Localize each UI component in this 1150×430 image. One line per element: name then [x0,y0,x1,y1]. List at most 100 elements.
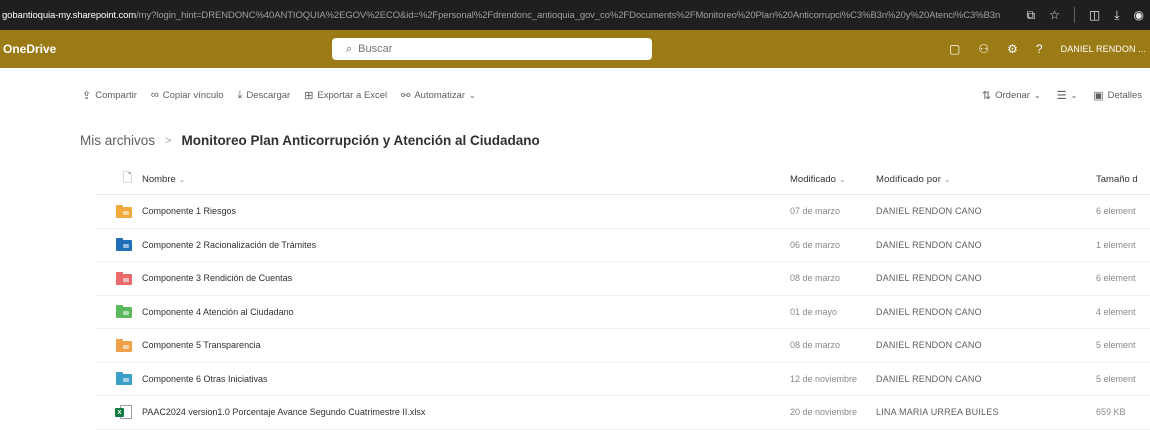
download-button[interactable]: ⤓ Descargar [238,89,291,102]
column-modified-by-label: Modificado por [876,174,942,185]
file-size: 659 KB [1096,407,1126,418]
search-input[interactable] [358,43,619,55]
file-name[interactable]: Componente 1 Riesgos [142,206,790,216]
toolbar-divider [1073,7,1075,23]
automate-label: Automatizar [414,89,466,101]
view-options-button[interactable]: ☰ ⌄ [1057,89,1078,102]
user-name[interactable]: DANIEL RENDON ... [1061,44,1146,54]
file-modified-by: DANIEL RENDON CANO [876,340,982,351]
automate-button[interactable]: ⚯ Automatizar ⌄ [401,89,476,102]
file-modified-by: LINA MARIA URREA BUILES [876,407,999,418]
suite-right-actions: ▢ ⚇ ⚙ ? DANIEL RENDON ... [949,30,1150,68]
excel-file-icon: x [115,405,132,420]
sort-icon: ⇅ [981,89,992,102]
chevron-down-icon: ⌄ [944,175,952,184]
chevron-down-icon: ⌄ [469,90,476,100]
address-url[interactable]: gobantioquia-my.sharepoint.com/my?login_… [0,10,1000,21]
file-modified: 08 de marzo [790,340,841,351]
column-header-name[interactable]: Nombre ⌄ [142,174,790,185]
page-title: Monitoreo Plan Anticorrupción y Atención… [181,133,540,148]
file-modified: 12 de noviembre [790,373,858,384]
chevron-down-icon: ⌄ [838,175,846,184]
profile-icon[interactable]: ◉ [1134,9,1144,21]
file-modified: 07 de marzo [790,206,841,217]
file-size: 5 element [1096,340,1136,351]
file-row[interactable]: Componente 6 Otras Iniciativas 12 de novi… [96,363,1150,396]
download-icon[interactable]: ⤓ [1114,9,1119,21]
file-modified: 08 de marzo [790,273,841,284]
file-name[interactable]: Componente 6 Otras Iniciativas [142,374,790,384]
file-name[interactable]: Componente 2 Racionalización de Trámites [142,240,790,250]
file-modified-by: DANIEL RENDON CANO [876,373,982,384]
file-row[interactable]: Componente 3 Rendición de Cuentas 08 de m… [96,262,1150,296]
file-size: 1 element [1096,239,1136,250]
share-icon: ⇪ [82,89,92,102]
file-size: 5 element [1096,373,1136,384]
file-row[interactable]: Componente 4 Atención al Ciudadano 01 de … [96,296,1150,329]
file-modified-by: DANIEL RENDON CANO [876,306,982,317]
file-size: 6 element [1096,206,1136,217]
column-size-label: Tamaño d [1096,174,1138,185]
document-icon: 🗋 [122,171,132,185]
help-icon[interactable]: ? [1036,42,1043,56]
column-header-modified-by[interactable]: Modificado por ⌄ [876,174,1096,185]
list-header: 🗋 Nombre ⌄ Modificado ⌄ Modificado por ⌄ Ta… [96,165,1150,195]
file-name[interactable]: PAAC2024 version1.0 Porcentaje Avance Se… [142,407,790,417]
search-icon: ⌕ [346,42,353,55]
column-name-label: Nombre [142,174,176,185]
automate-icon: ⚯ [401,89,411,102]
browser-toolbar-icons: ⧉ ☆ ◫ ⤓ ◉ [1027,0,1150,30]
open-in-new-icon[interactable]: ⧉ [1027,9,1036,21]
file-size: 4 element [1096,306,1136,317]
column-modified-label: Modificado [790,174,836,185]
suite-bar: OneDrive ⌕ ▢ ⚇ ⚙ ? DANIEL RENDON ... [0,30,1150,68]
file-icon-cell [96,204,142,218]
browser-address-bar: gobantioquia-my.sharepoint.com/my?login_… [0,0,1150,30]
file-modified-by: DANIEL RENDON CANO [876,239,982,250]
file-type-header[interactable]: 🗋 [96,169,142,190]
details-label: Detalles [1107,89,1142,101]
file-name[interactable]: Componente 5 Transparencia [142,340,790,350]
folder-icon [116,238,132,252]
breadcrumb-root[interactable]: Mis archivos [80,133,155,148]
chat-icon[interactable]: ▢ [949,42,960,56]
file-row[interactable]: x PAAC2024 version1.0 Porcentaje Avance S… [96,396,1150,430]
column-header-modified[interactable]: Modificado ⌄ [790,174,876,185]
file-modified: 20 de noviembre [790,407,858,418]
file-row[interactable]: Componente 1 Riesgos 07 de marzo DANIEL RE… [96,195,1150,229]
extensions-icon[interactable]: ◫ [1089,9,1100,21]
app-name[interactable]: OneDrive [0,42,56,56]
search-box[interactable]: ⌕ [332,38,652,60]
folder-icon [116,372,132,386]
share-people-icon[interactable]: ⚇ [978,42,989,56]
file-row[interactable]: Componente 5 Transparencia 08 de marzo DAN… [96,329,1150,363]
file-name[interactable]: Componente 4 Atención al Ciudadano [142,307,790,317]
excel-grid-icon: ⊞ [304,89,314,102]
file-row[interactable]: Componente 2 Racionalización de Trámites… [96,229,1150,262]
folder-icon [116,305,132,319]
copy-link-button[interactable]: ∞ Copiar vínculo [151,89,224,101]
star-icon[interactable]: ☆ [1049,9,1060,21]
share-button[interactable]: ⇪ Compartir [82,89,137,102]
file-rows: Componente 1 Riesgos 07 de marzo DANIEL RE… [96,195,1150,430]
file-modified: 01 de mayo [790,306,838,317]
settings-icon[interactable]: ⚙ [1007,42,1018,56]
command-bar-right: ⇅ Ordenar ⌄ ☰ ⌄ ▣ Detalles [982,89,1142,102]
command-bar: ⇪ Compartir ∞ Copiar vínculo ⤓ Descargar… [0,80,1150,110]
command-bar-left: ⇪ Compartir ∞ Copiar vínculo ⤓ Descargar… [82,89,476,102]
file-modified-by: DANIEL RENDON CANO [876,206,982,217]
export-excel-button[interactable]: ⊞ Exportar a Excel [304,89,387,102]
chevron-down-icon: ⌄ [178,175,186,184]
column-header-size[interactable]: Tamaño d [1096,174,1150,185]
sort-button[interactable]: ⇅ Ordenar ⌄ [982,89,1041,102]
breadcrumb: Mis archivos > Monitoreo Plan Anticorrup… [80,133,540,148]
file-icon-cell: x [96,405,142,420]
file-name[interactable]: Componente 3 Rendición de Cuentas [142,273,790,283]
details-button[interactable]: ▣ Detalles [1093,89,1142,102]
file-icon-cell [96,305,142,319]
list-view-icon: ☰ [1056,89,1067,102]
export-excel-label: Exportar a Excel [317,89,388,101]
url-path: /my?login_hint=DRENDONC%40ANTIOQUIA%2EGO… [136,9,1000,21]
breadcrumb-separator: > [165,134,172,147]
chevron-down-icon: ⌄ [1033,90,1041,100]
